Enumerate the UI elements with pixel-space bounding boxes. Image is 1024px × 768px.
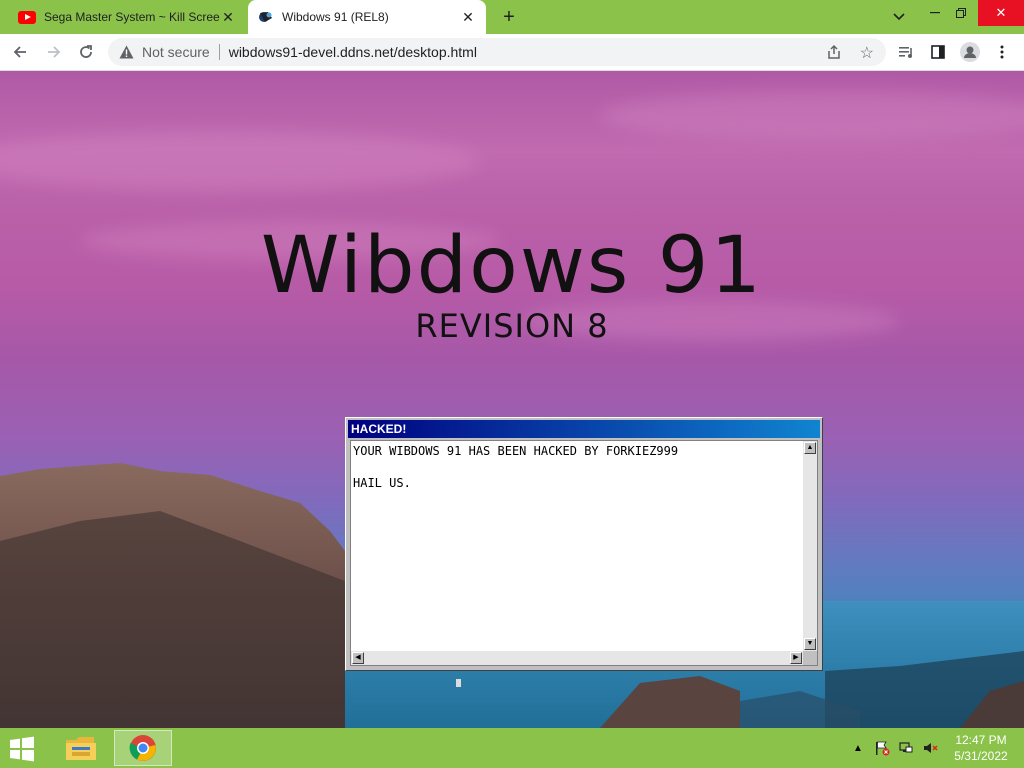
horizontal-scrollbar[interactable]: ◀ ▶ [351, 651, 803, 665]
side-panel-button[interactable] [926, 40, 950, 64]
page-title: Wibdows 91 [260, 221, 764, 311]
arrow-left-icon [13, 46, 26, 58]
scroll-left-icon[interactable]: ◀ [352, 652, 364, 664]
desktop[interactable]: Wibdows 91 REVISION 8 HACKED! YOUR WIBDO… [0, 71, 1024, 728]
restore-button[interactable] [944, 0, 978, 26]
page-subtitle: REVISION 8 [415, 307, 609, 345]
clock-date: 5/31/2022 [954, 749, 1008, 763]
scroll-down-icon[interactable]: ▼ [804, 638, 816, 650]
window-content[interactable]: YOUR WIBDOWS 91 HAS BEEN HACKED BY FORKI… [350, 440, 818, 666]
warning-icon[interactable] [118, 44, 134, 60]
url-text[interactable]: wibdows91-devel.ddns.net/desktop.html [229, 44, 477, 60]
menu-button[interactable] [990, 40, 1014, 64]
system-clock[interactable]: 12:47 PM 5/31/2022 [946, 732, 1016, 764]
divider [218, 44, 220, 60]
action-center-flag-icon[interactable] [872, 738, 892, 758]
browser-toolbar: Not secure wibdows91-devel.ddns.net/desk… [0, 34, 1024, 71]
wibdows-icon [259, 12, 272, 22]
folder-icon [66, 737, 96, 760]
close-icon[interactable]: ✕ [460, 9, 476, 25]
media-button[interactable] [894, 40, 918, 64]
close-icon: ✕ [995, 5, 1007, 20]
window-close-button[interactable]: ✕ [978, 0, 1024, 26]
scroll-right-icon[interactable]: ▶ [790, 652, 802, 664]
hacked-window[interactable]: HACKED! YOUR WIBDOWS 91 HAS BEEN HACKED … [345, 417, 823, 671]
taskbar: ▲ 12:47 PM 5/31/2022 [0, 728, 1024, 768]
reload-icon [80, 45, 92, 58]
cloud [600, 91, 1024, 141]
clock-time: 12:47 PM [955, 733, 1007, 747]
volume-muted-icon[interactable] [920, 738, 940, 758]
vertical-scrollbar[interactable]: ▲ ▼ [803, 441, 817, 651]
youtube-icon [18, 10, 36, 24]
chevron-up-icon[interactable]: ▲ [848, 738, 868, 758]
minimize-icon [930, 12, 940, 14]
more-vert-icon [1000, 45, 1004, 59]
share-icon[interactable] [826, 44, 842, 63]
new-tab-button[interactable]: + [498, 6, 520, 28]
message-line: YOUR WIBDOWS 91 HAS BEEN HACKED BY FORKI… [353, 444, 679, 458]
tab-strip: Sega Master System ~ Kill Screen ✕ Wibdo… [0, 0, 1024, 34]
reload-button[interactable] [74, 40, 98, 64]
tab-label: Sega Master System ~ Kill Screen [44, 10, 220, 24]
security-label[interactable]: Not secure [142, 44, 210, 60]
close-icon[interactable]: ✕ [220, 9, 236, 25]
arrow-right-icon [48, 46, 61, 58]
playlist-icon [899, 47, 912, 58]
message-text: YOUR WIBDOWS 91 HAS BEEN HACKED BY FORKI… [353, 443, 678, 491]
tab-label: Wibdows 91 (REL8) [282, 10, 389, 24]
tab-sega[interactable]: Sega Master System ~ Kill Screen ✕ [8, 0, 246, 34]
start-button[interactable] [8, 736, 38, 762]
window-title-bar[interactable]: HACKED! [348, 420, 820, 438]
restore-icon [956, 8, 966, 18]
side-panel-icon [931, 45, 945, 59]
windows-logo-icon [10, 736, 34, 762]
scroll-up-icon[interactable]: ▲ [804, 442, 816, 454]
avatar-icon [960, 42, 980, 62]
taskbar-file-explorer[interactable] [52, 730, 110, 766]
mouse-cursor [456, 679, 461, 687]
cloud [0, 131, 480, 191]
chevron-down-icon [893, 13, 905, 21]
address-bar[interactable]: Not secure wibdows91-devel.ddns.net/desk… [108, 38, 886, 66]
taskbar-chrome[interactable] [114, 730, 172, 766]
network-icon[interactable] [896, 738, 916, 758]
star-icon[interactable]: ☆ [860, 43, 874, 63]
message-line: HAIL US. [353, 476, 411, 490]
chrome-icon [129, 735, 156, 761]
profile-button[interactable] [958, 40, 982, 64]
tab-wibdows[interactable]: Wibdows 91 (REL8) ✕ [248, 0, 486, 34]
tab-search-button[interactable] [888, 6, 910, 28]
back-button[interactable] [8, 40, 32, 64]
scrollbar-corner [803, 651, 817, 665]
forward-button[interactable] [42, 40, 66, 64]
